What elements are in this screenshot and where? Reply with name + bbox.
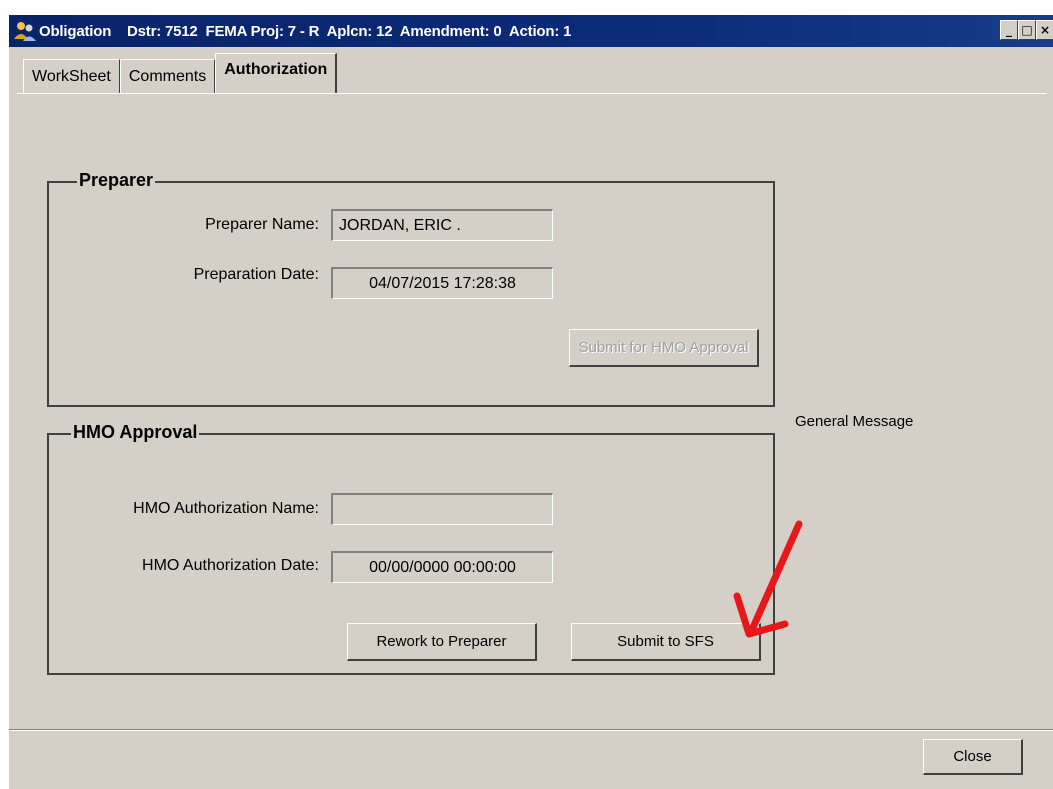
hmo-authorization-name-field xyxy=(331,493,553,525)
maximize-icon: □ xyxy=(1021,23,1033,37)
preparer-legend: Preparer xyxy=(77,170,156,191)
tab-comments[interactable]: Comments xyxy=(119,59,216,93)
hmo-authorization-date-field: 00/00/0000 00:00:00 xyxy=(331,551,553,583)
obligation-window: Obligation Dstr: 7512 FEMA Proj: 7 - R A… xyxy=(8,14,1053,789)
tab-worksheet[interactable]: WorkSheet xyxy=(23,59,120,93)
hmo-approval-group: HMO Approval HMO Authorization Name: HMO… xyxy=(47,422,775,675)
hmo-authorization-date-label: HMO Authorization Date: xyxy=(142,557,319,574)
submit-for-hmo-approval-button[interactable]: Submit for HMO Approval xyxy=(569,329,759,367)
bottom-separator xyxy=(9,729,1053,731)
close-button[interactable]: Close xyxy=(923,739,1023,775)
preparer-name-label: Preparer Name: xyxy=(205,216,319,233)
title-bar[interactable]: Obligation Dstr: 7512 FEMA Proj: 7 - R A… xyxy=(9,15,1053,47)
maximize-button[interactable]: □ xyxy=(1018,20,1036,40)
minimize-icon: _ xyxy=(1006,23,1012,37)
close-icon: × xyxy=(1039,23,1051,37)
preparer-name-field: JORDAN, ERIC . xyxy=(331,209,553,241)
preparation-date-field: 04/07/2015 17:28:38 xyxy=(331,267,553,299)
general-message-label: General Message xyxy=(795,413,914,430)
red-arrow-annotation xyxy=(733,520,803,638)
preparer-group: Preparer Preparer Name: JORDAN, ERIC . P… xyxy=(47,170,775,407)
rework-to-preparer-button[interactable]: Rework to Preparer xyxy=(347,623,537,661)
preparation-date-label: Preparation Date: xyxy=(193,266,319,283)
minimize-button[interactable]: _ xyxy=(1000,20,1018,40)
tab-strip: WorkSheet Comments Authorization xyxy=(23,53,338,93)
hmo-authorization-name-label: HMO Authorization Name: xyxy=(133,500,319,517)
close-window-button[interactable]: × xyxy=(1036,20,1053,40)
window-title: Obligation Dstr: 7512 FEMA Proj: 7 - R A… xyxy=(39,22,572,40)
window-controls: _ □ × xyxy=(1000,20,1053,40)
people-icon xyxy=(14,22,36,41)
tab-authorization[interactable]: Authorization xyxy=(215,53,338,93)
hmo-approval-legend: HMO Approval xyxy=(71,422,200,443)
